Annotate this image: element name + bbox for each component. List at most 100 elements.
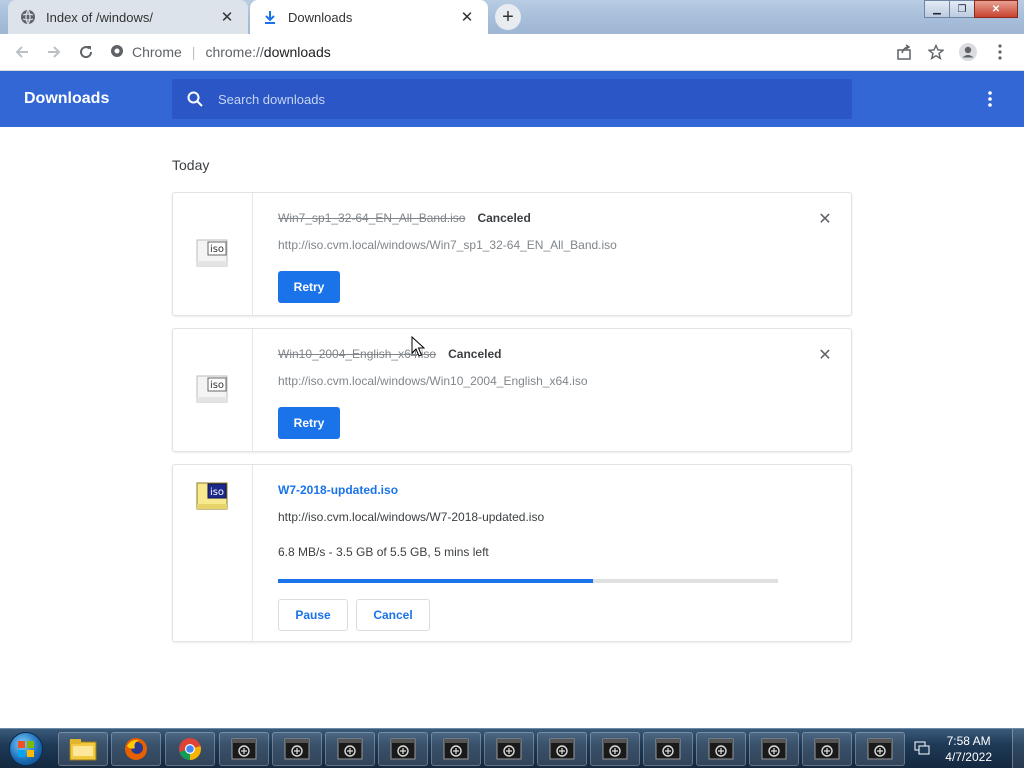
file-icon-column: iso xyxy=(173,193,253,315)
taskbar-window-button[interactable] xyxy=(484,732,534,766)
bookmark-star-icon[interactable] xyxy=(920,36,952,68)
taskbar-window-button[interactable] xyxy=(378,732,428,766)
taskbar-window-button[interactable] xyxy=(219,732,269,766)
console-window-icon xyxy=(496,738,522,760)
iso-file-icon: iso xyxy=(196,375,228,403)
taskbar-window-button[interactable] xyxy=(749,732,799,766)
downloads-header: Downloads xyxy=(0,71,1024,127)
url-scheme: chrome:// xyxy=(205,44,264,60)
svg-text:iso: iso xyxy=(210,487,224,498)
close-window-button[interactable]: ✕ xyxy=(974,0,1018,18)
firefox-icon[interactable] xyxy=(111,732,161,766)
console-window-icon xyxy=(390,738,416,760)
browser-menu-icon[interactable] xyxy=(984,36,1016,68)
console-window-icon xyxy=(231,738,257,760)
source-url[interactable]: http://iso.cvm.local/windows/W7-2018-upd… xyxy=(278,510,544,524)
share-icon[interactable] xyxy=(888,36,920,68)
console-window-icon xyxy=(761,738,787,760)
search-icon xyxy=(186,90,204,108)
iso-file-icon: iso xyxy=(196,239,228,267)
filename: Win7_sp1_32-64_EN_All_Band.iso xyxy=(278,211,466,225)
reload-icon[interactable] xyxy=(70,36,102,68)
network-icon[interactable] xyxy=(913,740,931,759)
chrome-site-icon xyxy=(110,44,124,61)
file-explorer-icon[interactable] xyxy=(58,732,108,766)
progress-bar-fill xyxy=(278,579,593,583)
console-window-icon xyxy=(602,738,628,760)
tab-strip: Index of /windows/ ✕ Downloads ✕ + ▁ ❐ ✕ xyxy=(0,0,1024,34)
source-url[interactable]: http://iso.cvm.local/windows/Win10_2004_… xyxy=(278,374,588,388)
download-icon xyxy=(262,9,278,25)
site-label: Chrome xyxy=(132,44,182,60)
progress-status-text: 6.8 MB/s - 3.5 GB of 5.5 GB, 5 mins left xyxy=(278,545,489,559)
taskbar-window-button[interactable] xyxy=(590,732,640,766)
show-desktop-button[interactable] xyxy=(1012,729,1024,768)
taskbar-window-button[interactable] xyxy=(431,732,481,766)
page-title: Downloads xyxy=(24,90,110,107)
tab-title: Index of /windows/ xyxy=(46,9,153,25)
toolbar-actions xyxy=(888,36,1016,68)
globe-icon xyxy=(20,9,36,25)
taskbar-window-button[interactable] xyxy=(537,732,587,766)
forward-icon[interactable] xyxy=(38,36,70,68)
search-bar[interactable] xyxy=(172,79,852,119)
iso-file-icon: iso xyxy=(196,482,228,510)
new-tab-button[interactable]: + xyxy=(495,4,521,30)
download-body: Win10_2004_English_x64.iso Canceled http… xyxy=(278,329,831,451)
remove-from-list-icon[interactable]: ✕ xyxy=(817,347,833,364)
window-controls: ▁ ❐ ✕ xyxy=(924,0,1018,18)
back-icon[interactable] xyxy=(6,36,38,68)
restore-button[interactable]: ❐ xyxy=(949,0,975,18)
console-window-icon xyxy=(867,738,893,760)
more-options-icon[interactable] xyxy=(978,87,1002,111)
status-label: Canceled xyxy=(448,347,502,361)
close-tab-icon[interactable]: ✕ xyxy=(458,8,476,26)
progress-bar xyxy=(278,579,778,583)
profile-avatar-icon[interactable] xyxy=(952,36,984,68)
cancel-button[interactable]: Cancel xyxy=(356,599,430,631)
clock-time: 7:58 AM xyxy=(946,734,991,748)
retry-button[interactable]: Retry xyxy=(278,271,340,303)
tab-index-of-windows[interactable]: Index of /windows/ ✕ xyxy=(8,0,248,34)
system-tray: 7:58 AM 4/7/2022 xyxy=(913,729,1024,768)
svg-text:iso: iso xyxy=(210,244,224,255)
download-body: W7-2018-updated.iso http://iso.cvm.local… xyxy=(278,465,831,641)
file-icon-column: iso xyxy=(173,329,253,451)
address-bar[interactable]: Chrome | chrome:// downloads xyxy=(110,37,880,67)
console-window-icon xyxy=(284,738,310,760)
mouse-cursor-icon xyxy=(411,336,425,357)
console-window-icon xyxy=(655,738,681,760)
filename-row: W7-2018-updated.iso xyxy=(278,483,398,497)
svg-text:iso: iso xyxy=(210,380,224,391)
taskbar-window-button[interactable] xyxy=(643,732,693,766)
taskbar-window-button[interactable] xyxy=(696,732,746,766)
clock-date: 4/7/2022 xyxy=(945,750,992,764)
url-path: downloads xyxy=(263,44,331,60)
tab-downloads[interactable]: Downloads ✕ xyxy=(250,0,488,34)
chrome-icon[interactable] xyxy=(165,732,215,766)
browser-toolbar: Chrome | chrome:// downloads xyxy=(0,34,1024,71)
taskbar-window-button[interactable] xyxy=(325,732,375,766)
minimize-button[interactable]: ▁ xyxy=(924,0,950,18)
start-button[interactable] xyxy=(2,730,50,768)
windows-taskbar: 7:58 AM 4/7/2022 xyxy=(0,728,1024,768)
download-body: Win7_sp1_32-64_EN_All_Band.iso Canceled … xyxy=(278,193,831,315)
filename-link[interactable]: W7-2018-updated.iso xyxy=(278,483,398,497)
clock[interactable]: 7:58 AM 4/7/2022 xyxy=(945,733,992,765)
windows-logo-icon xyxy=(9,732,43,766)
retry-button[interactable]: Retry xyxy=(278,407,340,439)
taskbar-window-button[interactable] xyxy=(855,732,905,766)
address-separator: | xyxy=(191,44,196,60)
search-input[interactable] xyxy=(218,91,818,107)
remove-from-list-icon[interactable]: ✕ xyxy=(817,211,833,228)
close-tab-icon[interactable]: ✕ xyxy=(218,8,236,26)
taskbar-window-button[interactable] xyxy=(272,732,322,766)
download-item: iso Win10_2004_English_x64.iso Canceled … xyxy=(172,328,852,452)
source-url[interactable]: http://iso.cvm.local/windows/Win7_sp1_32… xyxy=(278,238,617,252)
pause-button[interactable]: Pause xyxy=(278,599,348,631)
taskbar-window-button[interactable] xyxy=(802,732,852,766)
filename-row: Win7_sp1_32-64_EN_All_Band.iso Canceled xyxy=(278,211,531,225)
console-window-icon xyxy=(814,738,840,760)
console-window-icon xyxy=(549,738,575,760)
tab-title: Downloads xyxy=(288,9,353,25)
